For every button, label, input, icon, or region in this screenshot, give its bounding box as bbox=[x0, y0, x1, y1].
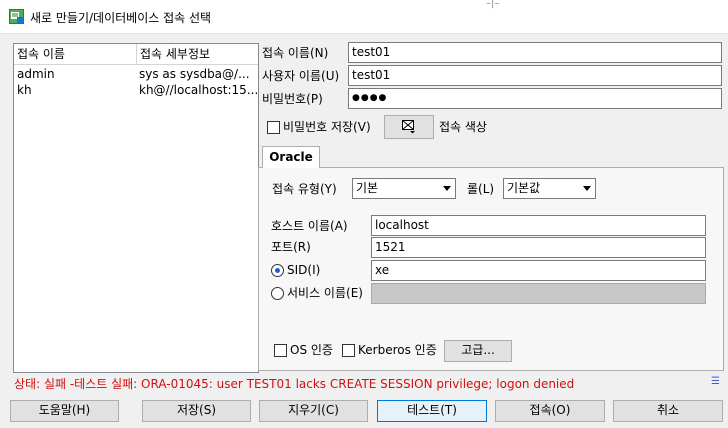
service-name-label: 서비스 이름(E) bbox=[287, 286, 363, 300]
role-label: 롤(L) bbox=[467, 182, 495, 196]
chevron-down-icon bbox=[443, 186, 451, 191]
column-header-name[interactable]: 접속 이름 bbox=[14, 44, 136, 64]
host-label: 호스트 이름(A) bbox=[271, 219, 348, 233]
tab-oracle[interactable]: Oracle bbox=[262, 146, 320, 168]
host-input[interactable]: localhost bbox=[371, 215, 706, 236]
role-value: 기본값 bbox=[507, 181, 541, 195]
port-input[interactable]: 1521 bbox=[371, 237, 706, 258]
connection-name-cell: kh bbox=[17, 83, 32, 97]
username-label: 사용자 이름(U) bbox=[262, 69, 340, 83]
connection-name-input[interactable]: test01 bbox=[348, 42, 722, 63]
password-label: 비밀번호(P) bbox=[262, 92, 323, 106]
list-header: 접속 이름 접속 세부정보 bbox=[14, 44, 258, 65]
connection-color-button[interactable] bbox=[384, 115, 434, 139]
chevron-down-icon bbox=[583, 186, 591, 191]
radio-selected-dot bbox=[275, 268, 280, 273]
kerberos-auth-label: Kerberos 인증 bbox=[358, 343, 437, 357]
port-label: 포트(R) bbox=[271, 240, 311, 254]
column-header-details[interactable]: 접속 세부정보 bbox=[136, 44, 258, 64]
connection-details-cell: kh@//localhost:15... bbox=[139, 83, 258, 97]
connection-name-cell: admin bbox=[17, 67, 55, 81]
connection-type-label: 접속 유형(Y) bbox=[272, 182, 337, 196]
status-message: 상태: 실패 -테스트 실패: ORA-01045: user TEST01 l… bbox=[14, 377, 575, 391]
connection-color-label: 접속 색상 bbox=[439, 120, 487, 134]
os-auth-label: OS 인증 bbox=[290, 343, 333, 357]
database-connection-icon bbox=[9, 9, 24, 24]
sid-label: SID(I) bbox=[287, 263, 321, 277]
clear-button[interactable]: 지우기(C) bbox=[259, 400, 368, 422]
os-auth-checkbox[interactable] bbox=[274, 344, 287, 357]
cancel-button[interactable]: 취소 bbox=[613, 400, 723, 422]
password-input[interactable]: ●●●● bbox=[348, 88, 722, 109]
table-row[interactable]: admin sys as sysdba@/... bbox=[14, 66, 258, 82]
window-title: 새로 만들기/데이터베이스 접속 선택 bbox=[30, 11, 212, 25]
connection-name-label: 접속 이름(N) bbox=[262, 46, 329, 60]
save-password-label: 비밀번호 저장(V) bbox=[283, 120, 371, 134]
connection-type-select[interactable]: 기본 bbox=[352, 178, 456, 199]
service-name-radio[interactable] bbox=[271, 287, 284, 300]
role-select[interactable]: 기본값 bbox=[503, 178, 596, 199]
kerberos-auth-checkbox[interactable] bbox=[342, 344, 355, 357]
title-bar: 새로 만들기/데이터베이스 접속 선택 –|– bbox=[0, 0, 728, 34]
connection-type-value: 기본 bbox=[356, 181, 379, 195]
sid-radio[interactable] bbox=[271, 264, 284, 277]
test-button[interactable]: 테스트(T) bbox=[377, 400, 487, 422]
list-icon[interactable]: ☰ bbox=[711, 376, 720, 387]
username-input[interactable]: test01 bbox=[348, 65, 722, 86]
service-name-input[interactable] bbox=[371, 283, 706, 304]
advanced-button[interactable]: 고급... bbox=[444, 340, 512, 362]
save-password-checkbox[interactable] bbox=[267, 121, 280, 134]
background-window-fragment: –|– bbox=[486, 0, 500, 9]
table-row[interactable]: kh kh@//localhost:15... bbox=[14, 82, 258, 98]
connect-button[interactable]: 접속(O) bbox=[495, 400, 605, 422]
help-button[interactable]: 도움말(H) bbox=[10, 400, 119, 422]
sid-input[interactable]: xe bbox=[371, 260, 706, 281]
color-picker-icon bbox=[402, 120, 415, 134]
save-button[interactable]: 저장(S) bbox=[142, 400, 251, 422]
connection-list[interactable]: 접속 이름 접속 세부정보 admin sys as sysdba@/... k… bbox=[13, 43, 259, 373]
connection-details-cell: sys as sysdba@/... bbox=[139, 67, 250, 81]
